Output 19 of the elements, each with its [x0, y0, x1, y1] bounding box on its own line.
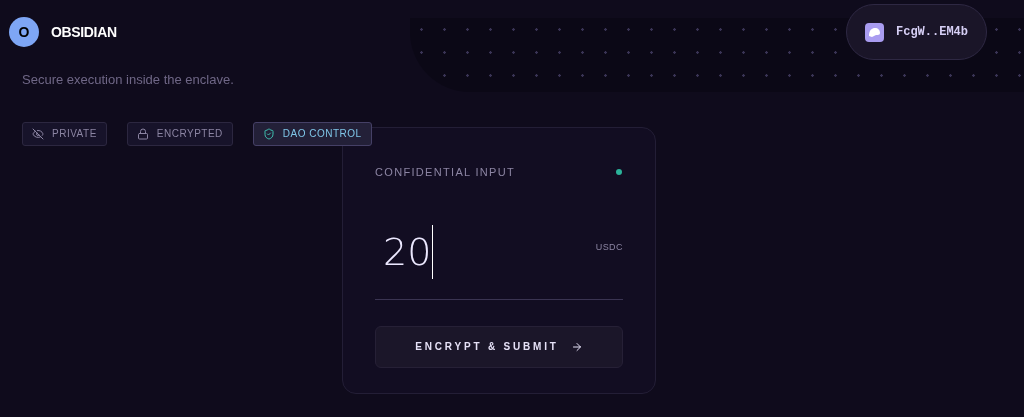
amount-field[interactable]: 20 USDC [375, 224, 623, 300]
wallet-address: FcgW..EM4b [896, 24, 968, 41]
arrow-right-icon [570, 340, 583, 353]
lock-icon [136, 127, 149, 140]
card-title: CONFIDENTIAL INPUT [375, 165, 516, 180]
unit-label: USDC [595, 241, 623, 254]
subtitle: Secure execution inside the enclave. [22, 71, 235, 89]
amount-value: 20 [383, 232, 432, 271]
eye-off-icon [32, 127, 44, 140]
logo-icon: O [9, 17, 39, 47]
wallet-button[interactable]: FcgW..EM4b [846, 4, 987, 60]
ghost-icon [865, 22, 884, 42]
tag-button[interactable]: DAO CONTROL [252, 121, 372, 146]
brand-name: OBSIDIAN [51, 22, 117, 42]
shield-icon [262, 127, 275, 140]
tag-button[interactable]: PRIVATE [22, 121, 107, 146]
submit-button[interactable]: ENCRYPT & SUBMIT [375, 325, 623, 368]
tag-button[interactable]: ENCRYPTED [126, 121, 233, 146]
text-cursor [432, 224, 434, 279]
